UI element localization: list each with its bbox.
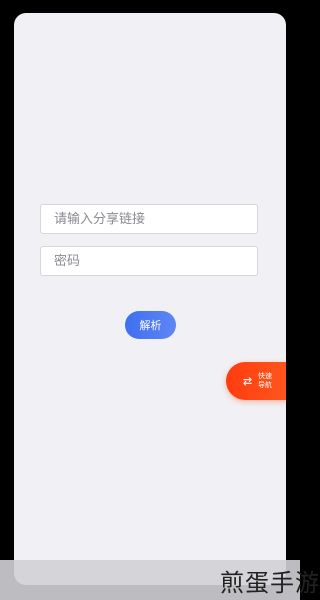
password-input[interactable] xyxy=(40,246,258,276)
quick-nav-label: 快速导航 xyxy=(258,372,272,389)
watermark-text: 煎蛋手游 xyxy=(220,569,320,597)
quick-nav-button[interactable]: 快速导航 xyxy=(226,362,286,400)
swap-icon xyxy=(243,376,252,386)
app-screen: 解析 快速导航 xyxy=(14,13,286,585)
share-link-input[interactable] xyxy=(40,204,258,234)
parse-button[interactable]: 解析 xyxy=(125,311,176,339)
